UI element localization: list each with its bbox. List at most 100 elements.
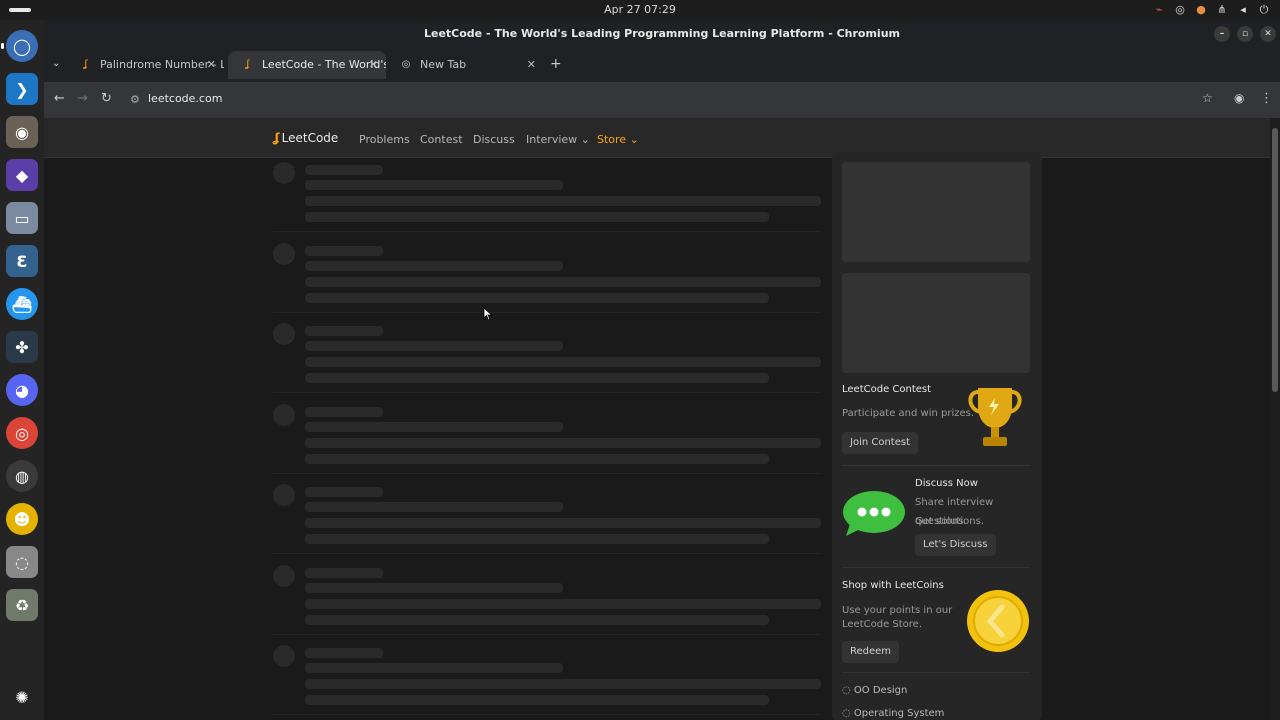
maximize-icon[interactable]: ▫ xyxy=(1237,26,1253,42)
files-icon[interactable]: ▭ xyxy=(6,202,38,234)
leetcode-logo-icon: ʆ xyxy=(273,131,280,145)
skeleton-divider xyxy=(273,472,821,474)
gimp-icon[interactable]: ◉ xyxy=(6,116,38,148)
nav-discuss[interactable]: Discuss xyxy=(473,133,515,146)
chat-icon: ◌ xyxy=(842,685,851,696)
skeleton-avatar xyxy=(273,564,295,587)
nav-problems[interactable]: Problems xyxy=(359,133,410,146)
address-bar[interactable]: ⚙ leetcode.com xyxy=(124,86,1200,114)
sidebar-divider xyxy=(842,672,1030,673)
skeleton-line xyxy=(305,421,563,432)
contest-text: Participate and win prizes. xyxy=(842,408,975,419)
tab-search-icon[interactable]: ⌄ xyxy=(52,58,60,69)
chromium-icon[interactable]: ◯ xyxy=(6,30,38,62)
postgresql-icon[interactable]: Ɛ xyxy=(6,245,38,277)
skeleton-line xyxy=(305,260,563,271)
forward-icon[interactable]: → xyxy=(77,91,88,106)
page-scrollbar[interactable] xyxy=(1270,118,1280,720)
mic-off-icon[interactable]: ⌁ xyxy=(1153,3,1165,17)
microphone-icon[interactable]: ● xyxy=(1195,3,1207,17)
join-contest-button[interactable]: Join Contest xyxy=(842,432,919,454)
link-operating-system[interactable]: ◌ Operating System xyxy=(842,708,944,719)
skeleton-avatar xyxy=(273,242,295,265)
back-icon[interactable]: ← xyxy=(54,91,65,106)
tab-new-tab[interactable]: ◎ New Tab ✕ xyxy=(386,51,544,79)
leetcode-logo-text: LeetCode xyxy=(281,131,339,145)
bookmark-star-icon[interactable]: ☆ xyxy=(1202,91,1213,105)
scrollbar-thumb[interactable] xyxy=(1272,128,1278,392)
skeleton-line xyxy=(305,518,821,528)
steam-icon[interactable]: ◎ xyxy=(1174,3,1186,17)
power-icon[interactable]: ⏻ xyxy=(1258,3,1270,17)
link-oo-design[interactable]: ◌ OO Design xyxy=(842,685,907,696)
close-icon[interactable]: ✕ xyxy=(1260,26,1276,42)
chrome-icon[interactable]: ◎ xyxy=(6,417,38,449)
chevron-down-icon: ⌄ xyxy=(580,133,590,146)
volume-icon[interactable]: ◂ xyxy=(1237,3,1249,17)
skeleton-line xyxy=(305,276,821,287)
dock: ◯ ❯ ◉ ◆ ▭ Ɛ ⛴ ✤ ◕ ◎ ◍ ☻ ◌ ♻ ✺ xyxy=(0,20,44,720)
nav-store[interactable]: Store ⌄ xyxy=(597,133,639,146)
window-title: LeetCode - The World's Leading Programmi… xyxy=(423,27,900,40)
leetcode-logo[interactable]: ʆ LeetCode xyxy=(273,131,338,145)
disk-icon[interactable]: ◌ xyxy=(6,546,38,578)
skeleton-line xyxy=(305,487,383,497)
beekeeper-icon[interactable]: ☻ xyxy=(6,503,38,535)
link-label: Operating System xyxy=(853,708,945,719)
davinci-resolve-icon[interactable]: ✤ xyxy=(6,331,38,363)
profile-icon[interactable]: ◉ xyxy=(1234,91,1244,105)
site-info-icon[interactable]: ⚙ xyxy=(130,93,140,106)
chevron-down-icon: ⌄ xyxy=(629,133,639,146)
skeleton-avatar xyxy=(273,645,295,667)
sidebar-divider xyxy=(842,465,1030,466)
trophy-icon xyxy=(968,388,1022,446)
tab-leetcode[interactable]: ʆ LeetCode - The World's Le ✕ xyxy=(228,51,386,79)
chrome-favicon-icon: ◎ xyxy=(401,59,411,70)
skeleton-line xyxy=(305,341,563,351)
address-url[interactable]: leetcode.com xyxy=(148,92,222,105)
skeleton-avatar xyxy=(273,323,295,345)
network-icon[interactable]: ⋔ xyxy=(1216,3,1228,17)
nav-contest[interactable]: Contest xyxy=(420,133,463,146)
tab-close-icon[interactable]: ✕ xyxy=(369,51,378,79)
skeleton-avatar xyxy=(273,403,295,426)
skeleton-line xyxy=(305,582,563,593)
vscode-icon[interactable]: ❯ xyxy=(6,73,38,105)
discord-icon[interactable]: ◕ xyxy=(6,374,38,406)
system-clock[interactable]: Apr 27 07:29 xyxy=(0,3,1280,16)
nav-interview[interactable]: Interview ⌄ xyxy=(526,133,590,146)
skeleton-line xyxy=(305,534,769,544)
skeleton-divider xyxy=(273,553,821,554)
skeleton-line xyxy=(305,406,383,417)
tab-close-icon[interactable]: ✕ xyxy=(207,51,216,79)
contest-title: LeetCode Contest xyxy=(842,384,932,395)
chat-icon: ◌ xyxy=(842,708,851,719)
skeleton-divider xyxy=(273,311,821,313)
skeleton-line xyxy=(305,453,769,464)
docker-icon[interactable]: ⛴ xyxy=(6,288,38,320)
system-top-bar: Apr 27 07:29 ⌁ ◎ ● ⋔ ◂ ⏻ xyxy=(0,0,1280,20)
lets-discuss-button[interactable]: Let's Discuss xyxy=(915,534,996,556)
skeleton-avatar xyxy=(273,162,295,184)
tab-close-icon[interactable]: ✕ xyxy=(527,51,536,79)
obs-icon[interactable]: ◍ xyxy=(6,460,38,492)
skeleton-line xyxy=(305,663,563,673)
redeem-button[interactable]: Redeem xyxy=(842,641,900,663)
menu-icon[interactable]: ⋮ xyxy=(1260,91,1273,106)
tab-label: Palindrome Number - Le xyxy=(100,58,224,71)
system-tray[interactable]: ⌁ ◎ ● ⋔ ◂ ⏻ xyxy=(1153,3,1270,17)
tab-palindrome[interactable]: ʆ Palindrome Number - Le ✕ xyxy=(66,51,224,79)
reload-icon[interactable]: ↻ xyxy=(101,91,112,106)
minimize-icon[interactable]: – xyxy=(1214,26,1230,42)
trash-icon[interactable]: ♻ xyxy=(6,589,38,621)
skeleton-line xyxy=(305,165,383,175)
skeleton-line xyxy=(305,695,769,705)
ubuntu-apps-icon[interactable]: ✺ xyxy=(6,681,38,713)
skeleton-line xyxy=(305,679,821,689)
skeleton-line xyxy=(305,326,383,336)
skeleton-avatar xyxy=(273,484,295,506)
obsidian-icon[interactable]: ◆ xyxy=(6,159,38,191)
chat-bubble-icon xyxy=(843,491,905,536)
new-tab-icon[interactable]: + xyxy=(550,56,562,72)
skeleton-line xyxy=(305,245,383,256)
